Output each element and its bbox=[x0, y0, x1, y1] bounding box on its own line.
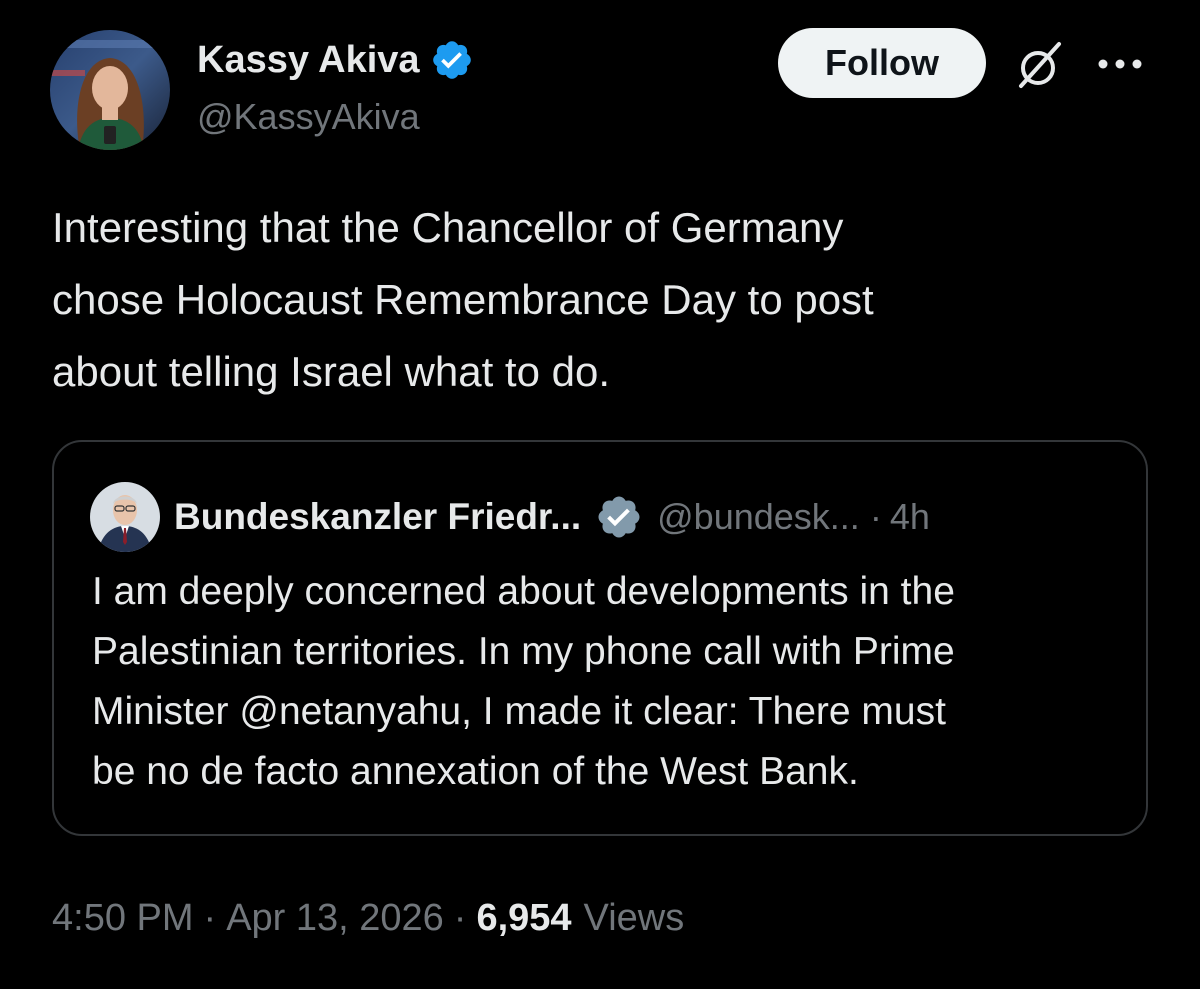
follow-button[interactable]: Follow bbox=[778, 28, 986, 98]
tweet-text-line: about telling Israel what to do. bbox=[52, 348, 611, 395]
quoted-author-handle[interactable]: @bundesk... bbox=[657, 496, 860, 538]
verified-badge-icon bbox=[432, 41, 471, 79]
quoted-tweet-text: I am deeply concerned about developments… bbox=[92, 562, 1122, 802]
author-name-row[interactable]: Kassy Akiva bbox=[197, 36, 474, 84]
author-avatar[interactable] bbox=[50, 30, 170, 150]
more-options-icon[interactable] bbox=[1092, 46, 1148, 82]
separator-dot: · bbox=[869, 496, 882, 537]
quoted-author-name[interactable]: Bundeskanzler Friedr... bbox=[174, 496, 581, 538]
view-count[interactable]: 6,954 bbox=[476, 897, 571, 940]
government-verified-badge-icon bbox=[598, 496, 640, 538]
tweet-text-line: Interesting that the Chancellor of Germa… bbox=[52, 204, 844, 251]
quoted-tweet-header: Bundeskanzler Friedr... @bundesk... · 4h bbox=[90, 482, 930, 552]
quoted-text-line: Palestinian territories. In my phone cal… bbox=[92, 630, 955, 673]
separator-dot: · bbox=[453, 896, 467, 939]
tweet-meta: 4:50 PM · Apr 13, 2026 · 6,954 Views bbox=[52, 892, 684, 944]
quoted-text-line: be no de facto annexation of the West Ba… bbox=[92, 750, 859, 793]
quoted-text-line: Minister @netanyahu, I made it clear: Th… bbox=[92, 690, 946, 733]
author-handle[interactable]: @KassyAkiva bbox=[197, 96, 420, 138]
quoted-text-line: I am deeply concerned about developments… bbox=[92, 570, 955, 613]
quoted-tweet-card[interactable]: Bundeskanzler Friedr... @bundesk... · 4h… bbox=[52, 440, 1148, 836]
separator-dot: · bbox=[203, 896, 217, 939]
quoted-tweet-time[interactable]: 4h bbox=[890, 496, 930, 538]
quoted-author-avatar[interactable] bbox=[90, 482, 160, 552]
tweet-time[interactable]: 4:50 PM bbox=[52, 897, 194, 940]
tweet-text-line: chose Holocaust Remembrance Day to post bbox=[52, 276, 874, 323]
author-name[interactable]: Kassy Akiva bbox=[197, 39, 420, 82]
views-label: Views bbox=[583, 896, 685, 939]
tweet-date[interactable]: Apr 13, 2026 bbox=[226, 897, 444, 940]
tweet-text: Interesting that the Chancellor of Germa… bbox=[52, 192, 1162, 408]
grok-icon[interactable] bbox=[1010, 38, 1070, 92]
